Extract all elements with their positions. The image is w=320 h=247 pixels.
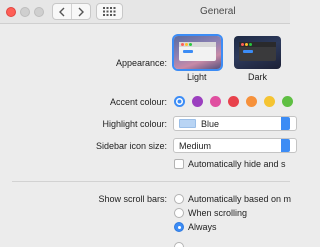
show-scroll-bars-label: Show scroll bars: xyxy=(98,194,167,204)
scroll-bars-when-scrolling-label: When scrolling xyxy=(188,208,248,218)
light-preview-window xyxy=(179,42,216,61)
accent-colour-swatch[interactable] xyxy=(192,96,203,107)
scroll-bars-auto-label: Automatically based on m xyxy=(188,194,292,204)
highlight-colour-value: Blue xyxy=(201,118,220,129)
show-all-button[interactable] xyxy=(96,3,123,20)
close-window-button[interactable] xyxy=(6,7,16,17)
chevron-right-icon xyxy=(78,7,84,16)
appearance-dark-option[interactable] xyxy=(234,36,281,69)
highlight-colour-label: Highlight colour: xyxy=(102,119,167,129)
grid-icon xyxy=(103,7,116,16)
accent-colour-swatch[interactable] xyxy=(264,96,275,107)
auto-hide-menu-bar-checkbox[interactable] xyxy=(174,159,184,169)
popup-chevron-icon xyxy=(281,139,290,152)
accent-colour-label: Accent colour: xyxy=(109,97,167,107)
accent-colour-swatch[interactable] xyxy=(210,96,221,107)
accent-colour-swatch[interactable] xyxy=(246,96,257,107)
chevron-left-icon xyxy=(59,7,65,16)
sidebar-icon-size-value: Medium xyxy=(179,140,212,151)
highlight-colour-popup[interactable]: Blue xyxy=(173,116,297,131)
appearance-light-caption: Light xyxy=(187,72,207,82)
forward-button[interactable] xyxy=(71,4,90,19)
appearance-light-option[interactable] xyxy=(174,36,221,69)
auto-hide-menu-bar-label: Automatically hide and s xyxy=(188,159,286,169)
appearance-label: Appearance: xyxy=(115,58,167,68)
accent-colour-swatch[interactable] xyxy=(282,96,293,107)
section-divider xyxy=(12,181,290,182)
appearance-dark-caption: Dark xyxy=(248,72,268,82)
scroll-bars-when-scrolling-radio[interactable] xyxy=(174,208,184,218)
zoom-window-button[interactable] xyxy=(34,7,44,17)
accent-colour-swatch[interactable] xyxy=(228,96,239,107)
navigation-buttons xyxy=(52,3,91,20)
back-button[interactable] xyxy=(53,4,71,19)
dark-preview-window xyxy=(239,42,276,61)
scroll-bars-auto-radio[interactable] xyxy=(174,194,184,204)
window-title: General xyxy=(200,6,236,17)
scroll-bars-always-radio[interactable] xyxy=(174,222,184,232)
popup-chevron-icon xyxy=(281,117,290,130)
scroll-bars-always-label: Always xyxy=(188,222,217,232)
accent-colour-swatch[interactable] xyxy=(174,96,185,107)
minimize-window-button[interactable] xyxy=(20,7,30,17)
title-bar: General xyxy=(0,0,290,24)
click-scroll-bar-radio[interactable] xyxy=(174,242,184,247)
sidebar-icon-size-popup[interactable]: Medium xyxy=(173,138,297,153)
highlight-colour-swatch xyxy=(179,119,196,128)
sidebar-icon-size-label: Sidebar icon size: xyxy=(95,141,167,151)
